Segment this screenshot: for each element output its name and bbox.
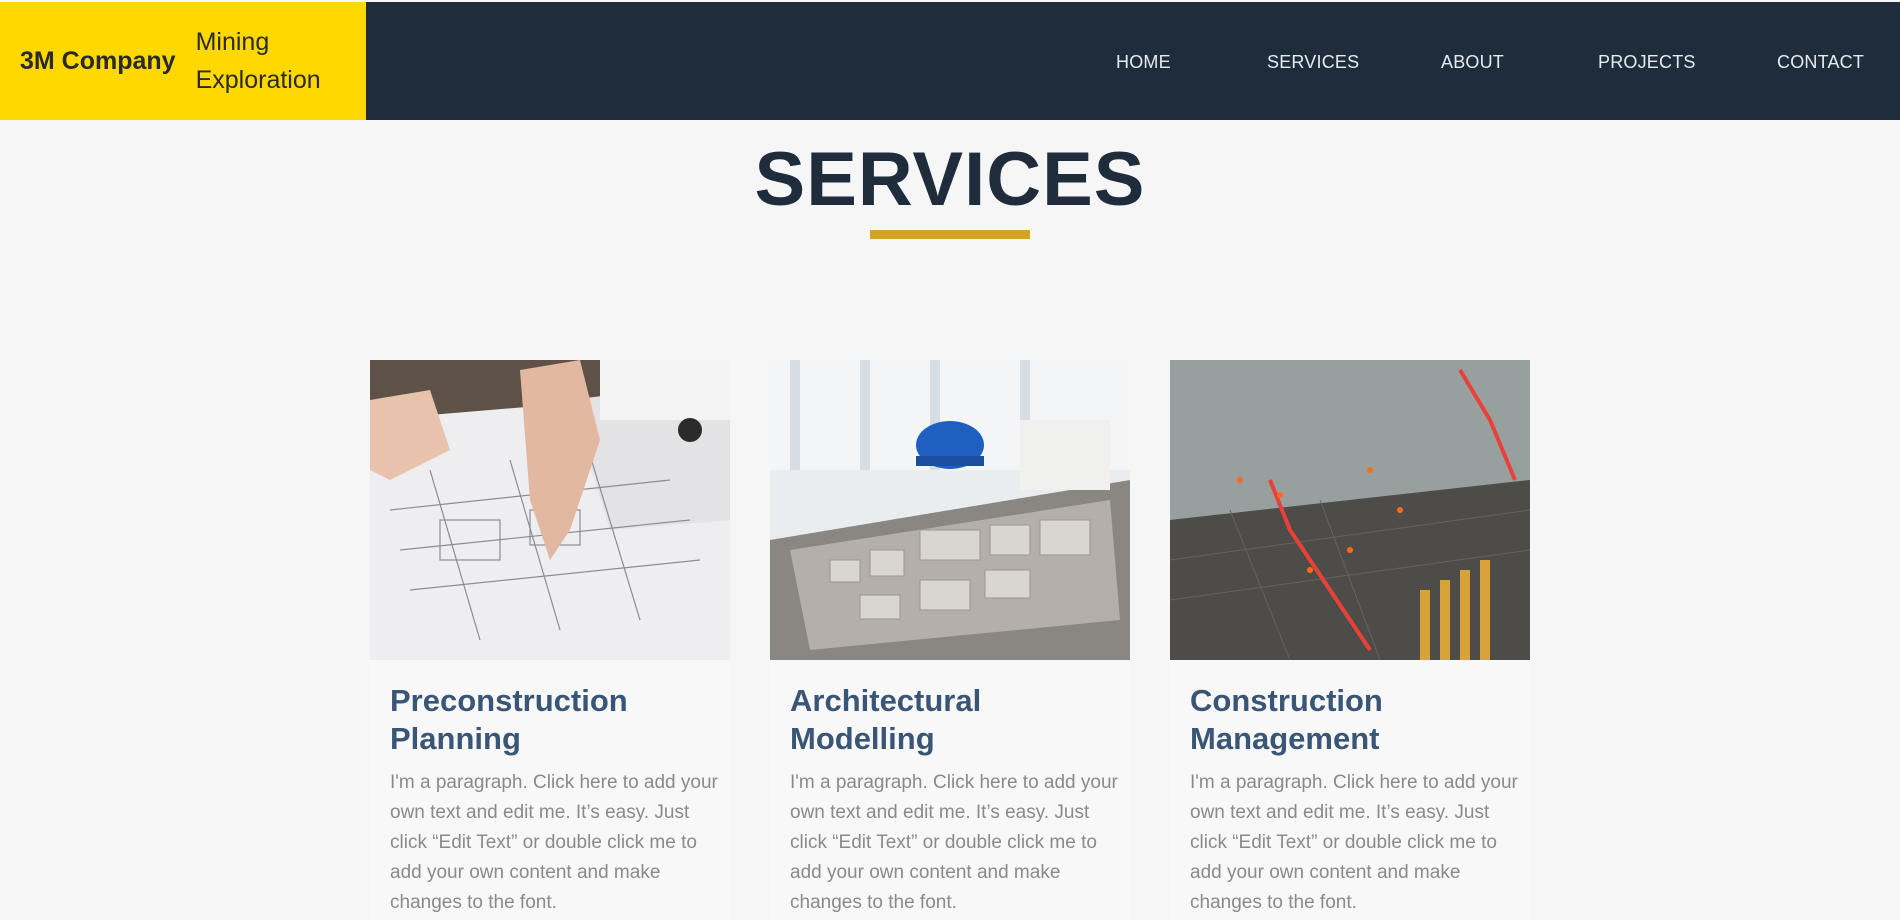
card-paragraph: I'm a paragraph. Click here to add your … [790, 772, 1118, 913]
site-header: 3M Company Mining Exploration HOME SERVI… [0, 2, 1900, 120]
brand-tagline: Mining Exploration [195, 28, 321, 94]
card-title[interactable]: Architectural Modelling [790, 682, 1120, 758]
card-paragraph: I'm a paragraph. Click here to add your … [1190, 772, 1518, 913]
nav-home[interactable]: HOME [1116, 52, 1171, 73]
architecture-model-image [770, 360, 1130, 660]
title-underline [870, 230, 1030, 239]
nav-services[interactable]: SERVICES [1267, 52, 1359, 73]
nav-contact[interactable]: CONTACT [1777, 52, 1864, 73]
brand-block[interactable]: 3M Company Mining Exploration [0, 2, 366, 120]
service-card-architectural[interactable]: Architectural Modelling I'm a paragraph.… [770, 360, 1130, 920]
nav-projects[interactable]: PROJECTS [1598, 52, 1696, 73]
page-title-text: SERVICES [754, 137, 1146, 222]
brand-name[interactable]: 3M Company [20, 47, 176, 76]
service-card-construction[interactable]: Construction Management I'm a paragraph.… [1170, 360, 1530, 920]
blueprint-image [370, 360, 730, 660]
service-card-preconstruction[interactable]: Preconstruction Planning I'm a paragraph… [370, 360, 730, 920]
construction-site-image [1170, 360, 1530, 660]
page-title: SERVICES [0, 136, 1900, 223]
card-paragraph: I'm a paragraph. Click here to add your … [390, 772, 718, 913]
card-title[interactable]: Construction Management [1190, 682, 1520, 758]
main-nav: HOME SERVICES ABOUT PROJECTS CONTACT [366, 2, 1900, 120]
card-title[interactable]: Preconstruction Planning [390, 682, 720, 758]
nav-about[interactable]: ABOUT [1441, 52, 1504, 73]
